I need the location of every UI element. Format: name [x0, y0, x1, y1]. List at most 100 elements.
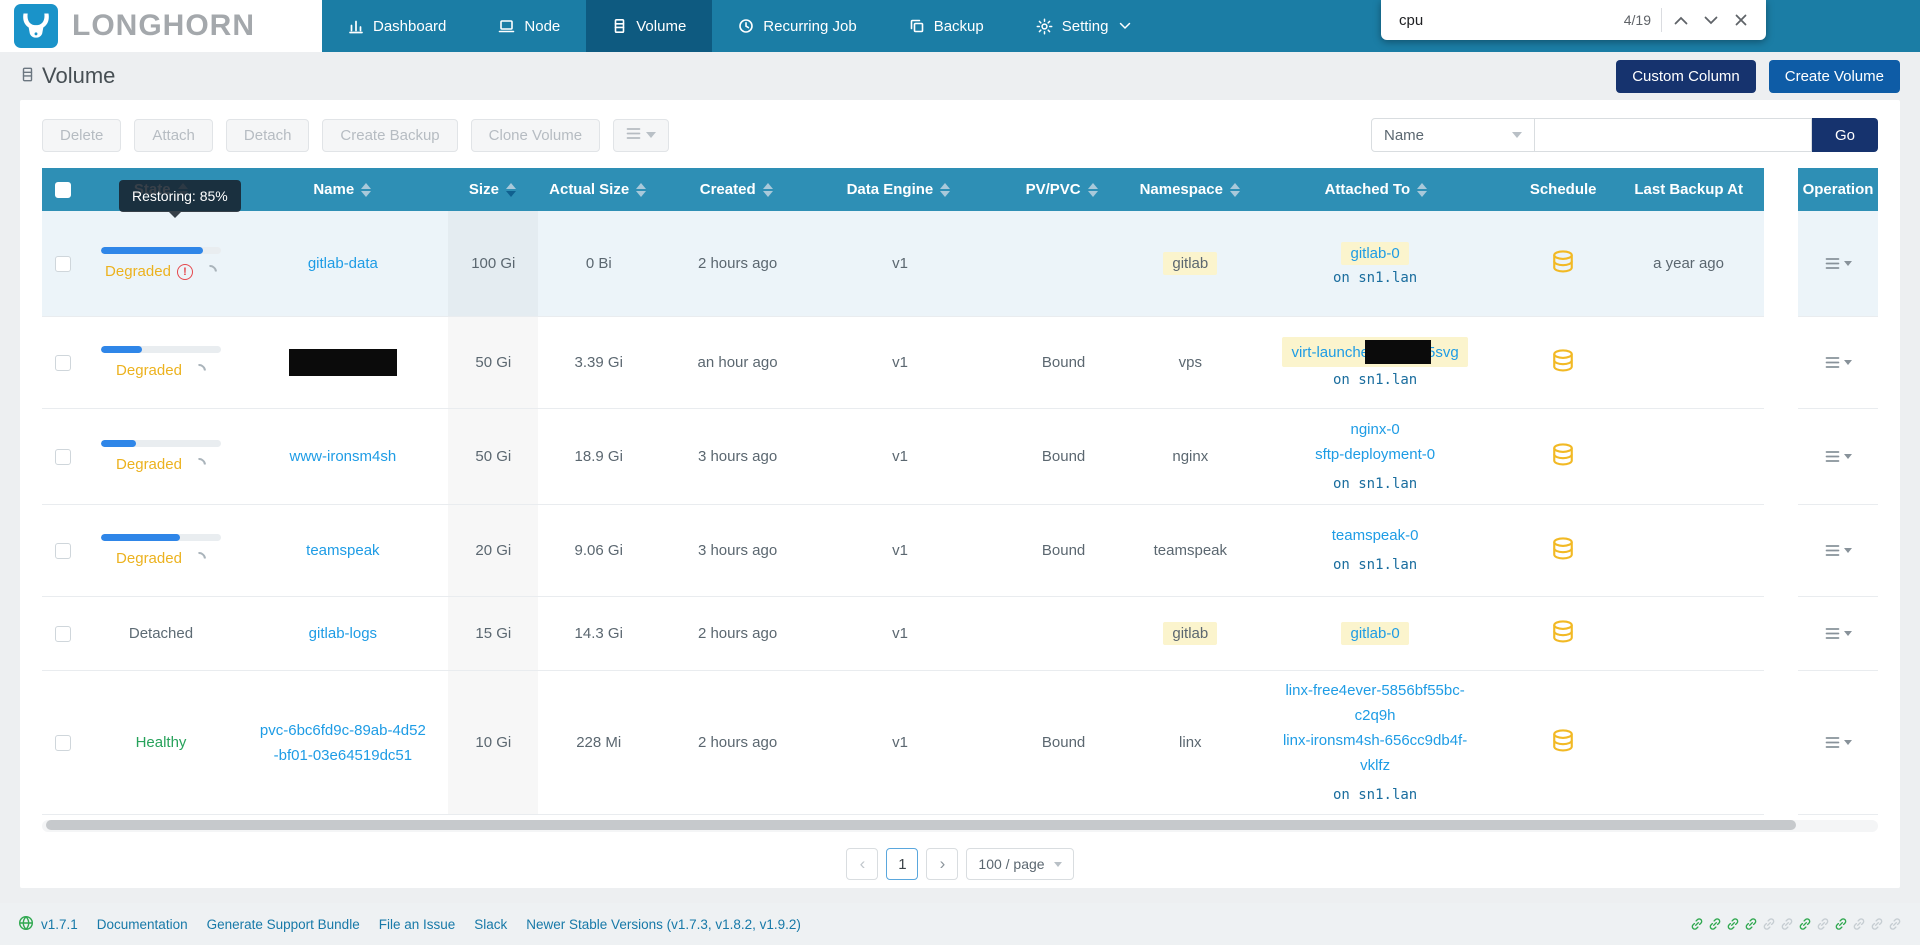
workload-link[interactable]: linx-free4ever-5856bf55bc- [1285, 678, 1464, 703]
volume-name-link[interactable]: -bf01-03e64519dc51 [274, 743, 412, 768]
volume-name-link[interactable]: www-ironsm4sh [290, 448, 397, 465]
column-header-name[interactable]: Name [237, 181, 447, 198]
previous-page-button[interactable]: ‹ [846, 848, 878, 880]
filter-value-input[interactable] [1535, 118, 1812, 152]
create-volume-button[interactable]: Create Volume [1769, 60, 1900, 93]
size-cell: 50 Gi [448, 317, 538, 408]
footer-link-documentation[interactable]: Documentation [97, 917, 188, 932]
bulk-actions: Delete Attach Detach Create Backup Clone… [42, 119, 669, 152]
volume-name-link[interactable]: gitlab-data [308, 255, 378, 272]
link-status-icon [1744, 917, 1758, 931]
attached-host: on sn1.lan [1333, 472, 1417, 497]
workload-link[interactable]: gitlab-0 [1350, 625, 1399, 642]
nav-item-dashboard[interactable]: Dashboard [322, 0, 472, 52]
workload-link[interactable]: 5svg [1427, 344, 1459, 361]
data-engine-cell: v1 [816, 448, 984, 465]
column-header-actual-size[interactable]: Actual Size [537, 181, 658, 198]
workload-link[interactable]: nginx-0 [1350, 417, 1399, 442]
footer-link-newer-versions[interactable]: Newer Stable Versions (v1.7.3, v1.8.2, v… [526, 917, 801, 932]
version-badge[interactable]: v1.7.1 [18, 915, 78, 934]
find-query-input[interactable]: cpu [1399, 12, 1624, 29]
workload-link[interactable]: gitlab-0 [1350, 245, 1399, 262]
nav-item-recurring-job[interactable]: Recurring Job [712, 0, 882, 52]
footer-link-file-issue[interactable]: File an Issue [379, 917, 456, 932]
column-header-size[interactable]: Size [448, 181, 538, 198]
volume-name-link[interactable]: gitlab-logs [309, 625, 377, 642]
restore-progress-bar [101, 534, 221, 541]
horizontal-scrollbar-thumb[interactable] [46, 820, 1796, 830]
footer-link-slack[interactable]: Slack [474, 917, 507, 932]
filter-field-select[interactable]: Name [1371, 118, 1535, 152]
row-operation-menu-button[interactable] [1825, 257, 1852, 270]
find-previous-button[interactable] [1666, 5, 1696, 35]
pv-pvc-cell: Bound [984, 542, 1143, 559]
row-operation-menu-button[interactable] [1825, 544, 1852, 557]
chevron-down-icon [1844, 548, 1852, 553]
volume-name-link[interactable]: pvc-6bc6fd9c-89ab-4d52 [260, 718, 426, 743]
namespace-cell: teamspeak [1143, 542, 1238, 559]
recurring-schedule-icon[interactable] [1548, 346, 1578, 380]
search-highlight: gitlab-0 [1341, 242, 1408, 265]
column-header-last-backup-at[interactable]: Last Backup At [1613, 181, 1764, 198]
workload-link[interactable]: linx-ironsm4sh-656cc9db4f- [1283, 728, 1467, 753]
filter-go-button[interactable]: Go [1812, 118, 1878, 152]
workload-link[interactable]: c2q9h [1355, 703, 1396, 728]
app-footer: v1.7.1 Documentation Generate Support Bu… [0, 903, 1920, 945]
volume-name-link[interactable]: teamspeak [306, 542, 379, 559]
table-row: Degraded teamspeak 20 Gi 9.06 Gi 3 hours… [42, 505, 1764, 597]
nav-item-setting[interactable]: Setting [1010, 0, 1158, 52]
row-operation-menu-button[interactable] [1825, 356, 1852, 369]
column-header-schedule[interactable]: Schedule [1513, 181, 1613, 198]
row-checkbox[interactable] [55, 355, 71, 371]
recurring-schedule-icon[interactable] [1548, 247, 1578, 281]
nav-item-backup[interactable]: Backup [883, 0, 1010, 52]
workload-link[interactable]: teamspeak-0 [1332, 523, 1419, 548]
custom-column-button[interactable]: Custom Column [1616, 60, 1756, 93]
row-checkbox[interactable] [55, 449, 71, 465]
row-checkbox[interactable] [55, 735, 71, 751]
clone-volume-button[interactable]: Clone Volume [471, 119, 600, 152]
row-checkbox[interactable] [55, 543, 71, 559]
row-checkbox[interactable] [55, 256, 71, 272]
next-page-button[interactable]: › [926, 848, 958, 880]
column-header-attached-to[interactable]: Attached To [1239, 181, 1513, 198]
workload-link[interactable]: sftp-deployment-0 [1315, 442, 1435, 467]
column-header-created[interactable]: Created [658, 181, 814, 198]
state-label: Healthy [136, 734, 187, 751]
recurring-schedule-icon[interactable] [1548, 726, 1578, 760]
row-operation-menu-button[interactable] [1825, 450, 1852, 463]
find-match-count: 4/19 [1624, 12, 1651, 28]
create-backup-button[interactable]: Create Backup [322, 119, 457, 152]
column-header-namespace[interactable]: Namespace [1141, 181, 1239, 198]
namespace-cell: linx [1143, 734, 1238, 751]
recurring-schedule-icon[interactable] [1548, 617, 1578, 651]
row-operation-menu-button[interactable] [1825, 627, 1852, 640]
row-operation-menu-button[interactable] [1825, 736, 1852, 749]
nav-item-volume[interactable]: Volume [586, 0, 712, 52]
workload-link[interactable]: vklfz [1360, 753, 1390, 778]
current-page-button[interactable]: 1 [886, 848, 918, 880]
release-globe-icon [18, 915, 34, 934]
state-cell: Detached [85, 625, 238, 642]
attach-button[interactable]: Attach [134, 119, 213, 152]
namespace-cell: gitlab [1143, 252, 1238, 275]
page-size-select[interactable]: 100 / page [966, 848, 1073, 880]
find-close-button[interactable] [1726, 5, 1756, 35]
footer-link-support-bundle[interactable]: Generate Support Bundle [207, 917, 360, 932]
select-all-checkbox[interactable] [55, 182, 71, 198]
recurring-schedule-icon[interactable] [1548, 440, 1578, 474]
redacted-volume-name[interactable] [289, 349, 397, 376]
find-next-button[interactable] [1696, 5, 1726, 35]
delete-button[interactable]: Delete [42, 119, 121, 152]
column-header-data-engine[interactable]: Data Engine [814, 181, 982, 198]
table-row: Degraded www-ironsm4sh 50 Gi 18.9 Gi 3 h… [42, 409, 1764, 505]
recurring-schedule-icon[interactable] [1548, 534, 1578, 568]
row-checkbox[interactable] [55, 626, 71, 642]
warning-icon[interactable] [177, 264, 193, 280]
attached-to-cell: nginx-0 sftp-deployment-0 on sn1.lan [1238, 417, 1513, 497]
more-actions-button[interactable] [613, 119, 669, 152]
detach-button[interactable]: Detach [226, 119, 310, 152]
workload-link[interactable]: virt-launche [1291, 344, 1369, 361]
nav-item-node[interactable]: Node [472, 0, 586, 52]
column-header-pv-pvc[interactable]: PV/PVC [982, 181, 1140, 198]
